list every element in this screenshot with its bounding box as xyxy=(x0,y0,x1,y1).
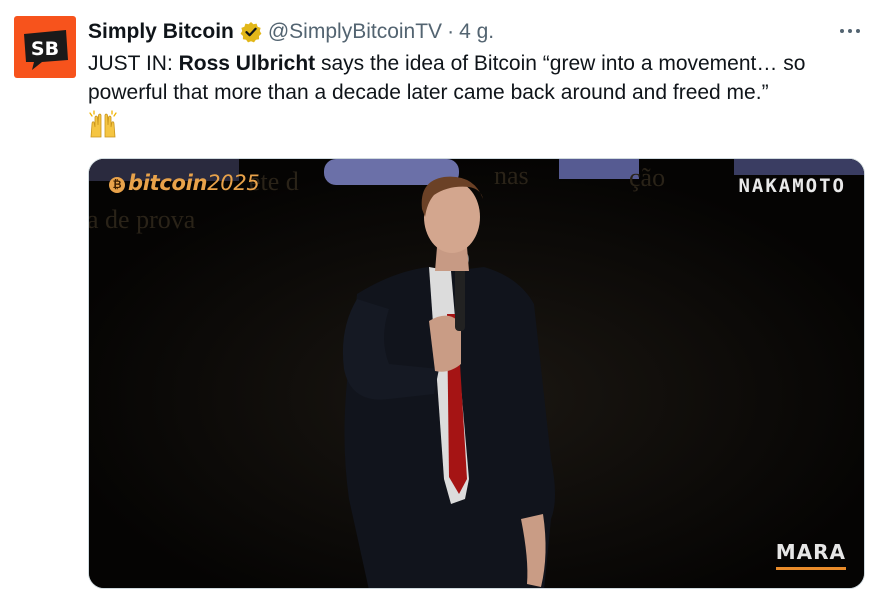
raising-hands-emoji-icon xyxy=(89,110,117,138)
background-text-2: nas xyxy=(494,161,529,190)
tweet-header: Simply Bitcoin @SimplyBitcoinTV · 4 g. xyxy=(88,17,494,47)
tweet-text: JUST IN: Ross Ulbricht says the idea of … xyxy=(88,49,868,107)
more-options-icon[interactable] xyxy=(837,18,863,44)
video-frame xyxy=(89,159,864,588)
mentioned-name: Ross Ulbricht xyxy=(178,52,316,75)
display-name[interactable]: Simply Bitcoin xyxy=(88,20,234,44)
tweet-video[interactable]: ete d nas ção a de prova ₿ bitcoin2025 NA… xyxy=(88,158,865,589)
tweet[interactable]: SB Simply Bitcoin @SimplyBitcoinTV · 4 g… xyxy=(0,0,877,595)
avatar-text: SB xyxy=(31,38,59,60)
background-text-4: a de prova xyxy=(88,205,196,234)
mara-logo: MARA xyxy=(775,540,846,570)
verified-badge-icon[interactable] xyxy=(240,21,262,43)
author-handle[interactable]: @SimplyBitcoinTV xyxy=(268,20,442,44)
nakamoto-logo: NAKAMOTO xyxy=(738,175,846,197)
avatar-logo-icon: SB xyxy=(24,30,68,70)
avatar[interactable]: SB xyxy=(14,16,76,78)
tweet-prefix: JUST IN: xyxy=(88,52,179,75)
bitcoin-logo-word: bitcoin xyxy=(128,171,208,195)
bitcoin-logo-year: 2025 xyxy=(207,171,260,195)
tweet-timestamp[interactable]: 4 g. xyxy=(459,20,494,44)
background-text-3: ção xyxy=(629,163,666,192)
separator-dot: · xyxy=(447,20,455,43)
bitcoin-coin-icon: ₿ xyxy=(109,177,125,193)
bitcoin2025-logo: ₿ bitcoin2025 xyxy=(109,171,260,195)
